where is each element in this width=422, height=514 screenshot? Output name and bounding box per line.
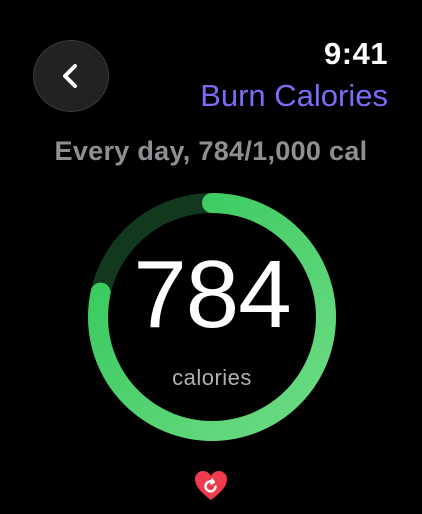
chevron-left-icon [57,62,85,90]
page-title: Burn Calories [200,78,388,113]
calories-unit-label: calories [172,365,252,390]
calories-value: 784 [133,241,291,348]
progress-ring: 784 calories [84,189,340,445]
status-time: 9:41 [323,36,388,71]
heart-sync-icon[interactable] [194,470,228,502]
goal-subtitle: Every day, 784/1,000 cal [54,136,368,166]
back-button[interactable] [33,40,109,112]
